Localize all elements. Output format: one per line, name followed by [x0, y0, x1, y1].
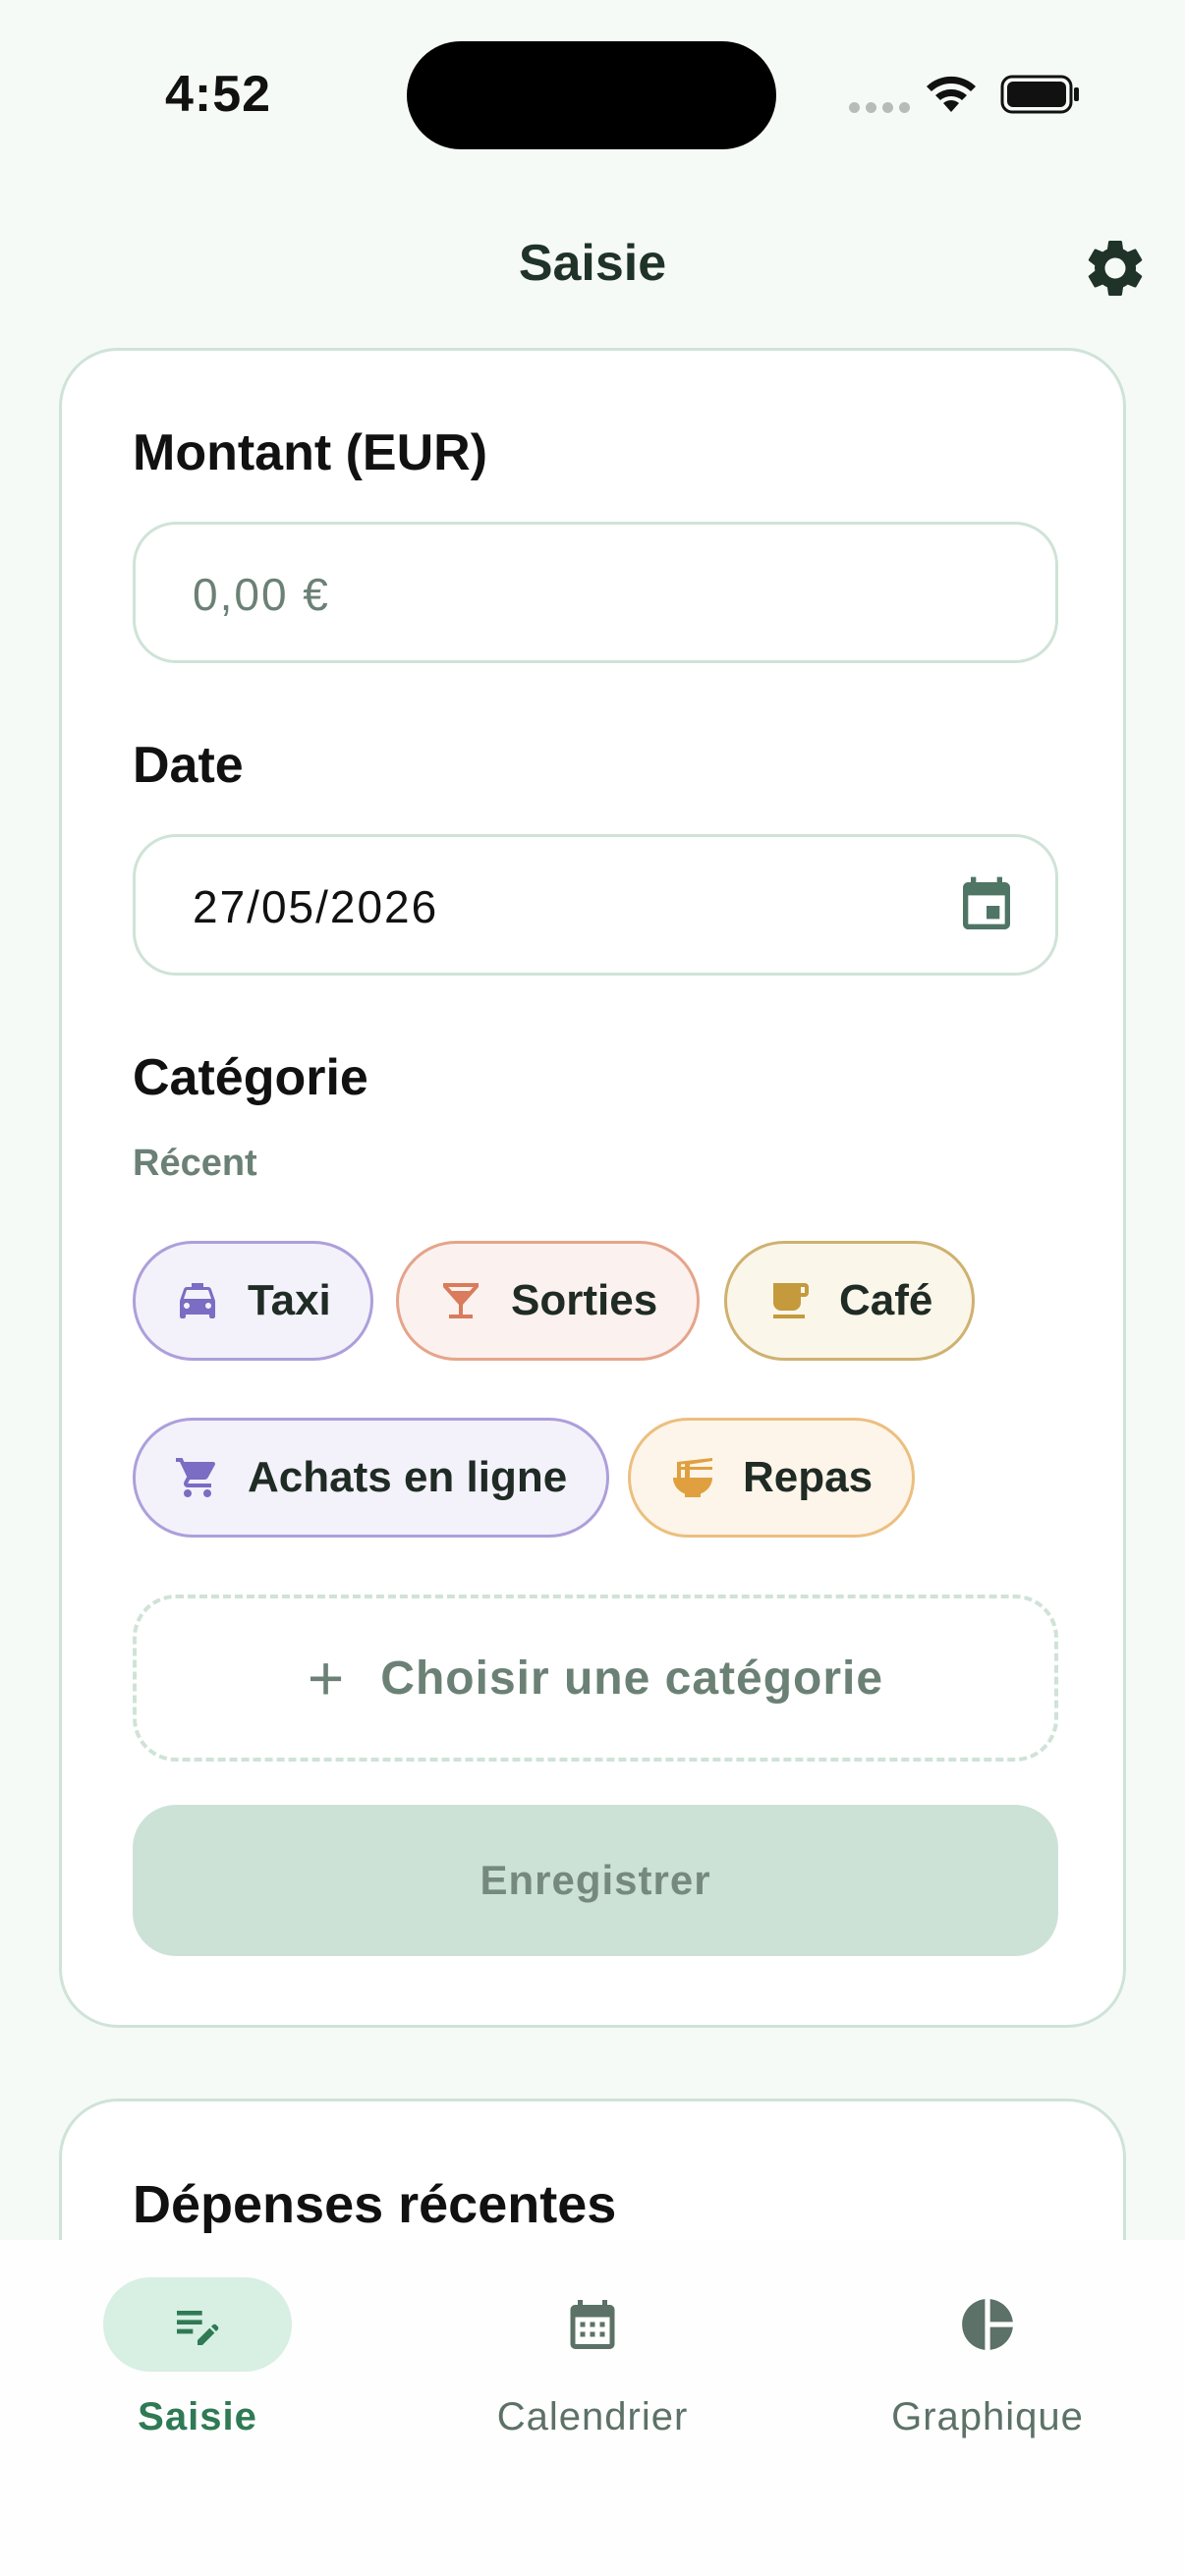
status-time: 4:52: [165, 66, 272, 123]
gear-icon: [1088, 240, 1143, 296]
category-chip-repas[interactable]: Repas: [628, 1418, 916, 1538]
dynamic-island: [407, 41, 776, 149]
tab-calendrier[interactable]: Calendrier: [445, 2277, 740, 2454]
date-input[interactable]: 27/05/2026: [133, 834, 1058, 976]
plus-icon: +: [307, 1643, 346, 1713]
category-chip-cafe[interactable]: Café: [724, 1241, 976, 1361]
header: Saisie: [0, 216, 1185, 314]
chip-label: Taxi: [248, 1276, 331, 1324]
calendar-event-icon[interactable]: [955, 874, 1018, 937]
recent-expenses-title: Dépenses récentes: [133, 2175, 617, 2234]
bottom-tab-bar: Saisie Calendrier Graphique: [0, 2240, 1185, 2576]
cocktail-icon: [436, 1276, 485, 1325]
tab-label: Saisie: [138, 2395, 257, 2438]
edit-list-icon: [177, 2311, 219, 2345]
tab-saisie[interactable]: Saisie: [50, 2277, 345, 2454]
signal-icon: [849, 102, 910, 113]
calendar-icon: [570, 2300, 615, 2349]
choose-category-label: Choisir une catégorie: [380, 1652, 884, 1705]
battery-icon: [1000, 75, 1079, 114]
recent-label: Récent: [133, 1143, 257, 1184]
save-label: Enregistrer: [480, 1857, 711, 1903]
entry-form-card: Montant (EUR) 0,00 € Date 27/05/2026 Cat…: [59, 348, 1126, 2028]
chip-label: Repas: [743, 1453, 874, 1501]
status-bar: 4:52: [0, 0, 1185, 187]
coffee-icon: [764, 1276, 814, 1325]
taxi-icon: [173, 1276, 222, 1325]
save-button[interactable]: Enregistrer: [133, 1805, 1058, 1956]
tab-label: Calendrier: [496, 2395, 689, 2438]
date-label: Date: [133, 737, 244, 794]
category-label: Catégorie: [133, 1049, 368, 1106]
pie-chart-icon: [962, 2299, 1013, 2350]
tab-active-indicator: [103, 2277, 292, 2372]
amount-input[interactable]: 0,00 €: [133, 522, 1058, 663]
page-title: Saisie: [518, 235, 667, 292]
chip-label: Achats en ligne: [248, 1453, 568, 1501]
category-chip-taxi[interactable]: Taxi: [133, 1241, 373, 1361]
amount-placeholder: 0,00 €: [193, 569, 330, 620]
category-chip-achats-en-ligne[interactable]: Achats en ligne: [133, 1418, 610, 1538]
settings-button[interactable]: [1081, 234, 1150, 303]
cart-icon: [173, 1453, 222, 1502]
amount-label: Montant (EUR): [133, 424, 488, 481]
tab-icon-wrap: [893, 2277, 1082, 2372]
tab-graphique[interactable]: Graphique: [840, 2277, 1135, 2454]
tab-label: Graphique: [891, 2395, 1084, 2438]
chip-label: Sorties: [511, 1276, 658, 1324]
chip-label: Café: [839, 1276, 933, 1324]
noodle-bowl-icon: [668, 1453, 717, 1502]
wifi-icon: [927, 76, 976, 112]
tab-icon-wrap: [498, 2277, 687, 2372]
choose-category-button[interactable]: + Choisir une catégorie: [133, 1595, 1058, 1762]
category-chip-sorties[interactable]: Sorties: [396, 1241, 701, 1361]
date-value: 27/05/2026: [193, 881, 439, 932]
